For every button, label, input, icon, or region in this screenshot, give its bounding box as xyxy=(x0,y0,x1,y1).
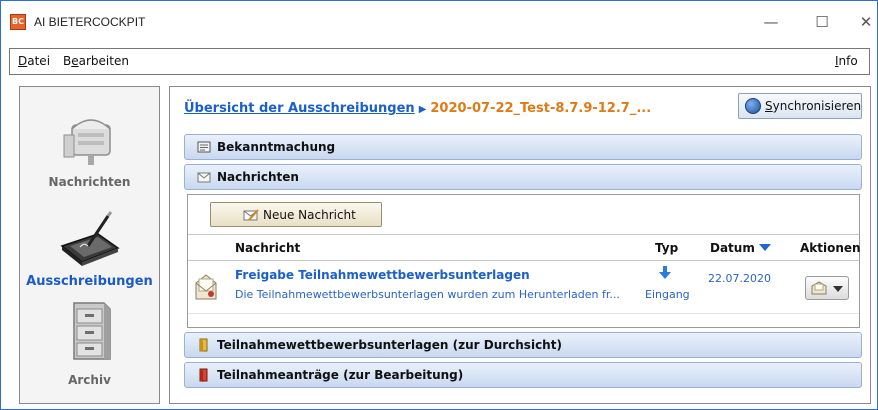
sidebar-item-archiv[interactable]: Archiv xyxy=(20,297,159,397)
message-actions-button[interactable] xyxy=(805,276,849,300)
sync-button[interactable]: Synchronisieren xyxy=(738,93,862,119)
column-header-datum-label: Datum xyxy=(710,241,755,255)
folder-red-icon xyxy=(199,368,208,382)
new-message-label: Neue Nachricht xyxy=(263,208,356,222)
filing-cabinet-icon xyxy=(73,302,111,360)
message-description: Die Teilnahmewettbewerbsunterlagen wurde… xyxy=(235,288,620,301)
sidebar-item-label: Nachrichten xyxy=(48,175,131,189)
tablet-pen-icon xyxy=(60,211,120,266)
sidebar-item-ausschreibungen[interactable]: Ausschreibungen xyxy=(20,202,159,302)
open-message-icon xyxy=(811,281,827,295)
sync-label-rest: ynchronisieren xyxy=(772,99,862,113)
menu-bearbeiten-mnemonic: e xyxy=(71,54,79,68)
close-button[interactable]: ✕ xyxy=(851,10,878,34)
table-row[interactable]: Freigabe Teilnahmewettbewerbsunterlagen … xyxy=(188,262,859,314)
sidebar-item-nachrichten[interactable]: Nachrichten xyxy=(20,97,159,197)
mailbox-icon xyxy=(63,119,111,165)
main-panel: Übersicht der Ausschreibungen ▶ 2020-07-22… xyxy=(169,86,871,404)
section-label: Teilnahmewettbewerbsunterlagen (zur Durc… xyxy=(217,338,562,352)
incoming-arrow-icon xyxy=(659,266,671,279)
breadcrumb-link-overview[interactable]: Übersicht der Ausschreibungen xyxy=(184,101,415,116)
window-title: AI BIETERCOCKPIT xyxy=(34,15,146,29)
sidebar-item-label: Ausschreibungen xyxy=(26,274,153,289)
letter-icon xyxy=(195,274,217,300)
sidebar: Nachrichten Ausschreibungen Archiv xyxy=(19,86,160,404)
sync-button-label: Synchronisieren xyxy=(765,99,861,113)
column-header-datum[interactable]: Datum xyxy=(710,241,771,255)
section-teilnahmeantraege[interactable]: Teilnahmeanträge (zur Bearbeitung) xyxy=(184,362,862,388)
menu-info[interactable]: Info xyxy=(835,54,858,68)
menu-bearbeiten-label: arbeiten xyxy=(78,54,129,68)
breadcrumb-current: 2020-07-22_Test-8.7.9-12.7_... xyxy=(430,101,652,116)
sync-globe-icon xyxy=(745,98,761,114)
message-title[interactable]: Freigabe Teilnahmewettbewerbsunterlagen xyxy=(235,268,530,282)
app-window: BC AI BIETERCOCKPIT — ☐ ✕ Datei Bearbeit… xyxy=(0,0,878,410)
app-logo-icon: BC xyxy=(10,14,26,30)
section-nachrichten[interactable]: Nachrichten xyxy=(184,164,862,190)
column-header-aktionen: Aktionen xyxy=(800,241,861,255)
column-header-typ[interactable]: Typ xyxy=(655,241,678,255)
envelope-icon xyxy=(197,172,211,183)
breadcrumb: Übersicht der Ausschreibungen ▶ 2020-07-22… xyxy=(184,101,651,116)
column-header-nachricht[interactable]: Nachricht xyxy=(235,241,300,255)
section-teilnahmewettbewerbsunterlagen[interactable]: Teilnahmewettbewerbsunterlagen (zur Durc… xyxy=(184,332,862,358)
sort-descending-icon xyxy=(758,244,771,251)
message-date: 22.07.2020 xyxy=(708,272,771,285)
message-type: Eingang xyxy=(645,288,690,301)
section-label: Bekanntmachung xyxy=(217,140,336,154)
menu-bearbeiten-prefix: B xyxy=(63,54,72,68)
sync-mnemonic: S xyxy=(765,99,773,113)
menu-datei-mnemonic: D xyxy=(18,54,28,68)
section-label: Nachrichten xyxy=(217,170,299,184)
messages-table-header: Nachricht Typ Datum Aktionen xyxy=(188,234,861,261)
messages-panel: Neue Nachricht Nachricht Typ Datum Aktio… xyxy=(187,194,861,328)
notice-icon xyxy=(197,141,211,153)
sidebar-item-label: Archiv xyxy=(68,373,111,387)
section-label: Teilnahmeanträge (zur Bearbeitung) xyxy=(217,368,464,382)
menu-bar: Datei Bearbeiten Info xyxy=(9,48,870,75)
menu-info-label: nfo xyxy=(838,54,858,68)
minimize-button[interactable]: — xyxy=(756,10,786,34)
section-bekanntmachung[interactable]: Bekanntmachung xyxy=(184,134,862,160)
folder-yellow-icon xyxy=(199,338,208,352)
chevron-down-icon xyxy=(833,286,843,292)
new-message-button[interactable]: Neue Nachricht xyxy=(210,202,382,227)
title-bar: BC AI BIETERCOCKPIT — ☐ ✕ xyxy=(1,1,877,43)
menu-datei[interactable]: Datei xyxy=(18,54,50,68)
menu-bearbeiten[interactable]: Bearbeiten xyxy=(63,54,129,68)
maximize-button[interactable]: ☐ xyxy=(807,10,837,34)
menu-datei-label: atei xyxy=(27,54,51,68)
breadcrumb-arrow-icon: ▶ xyxy=(418,104,427,115)
new-message-icon xyxy=(243,209,259,221)
